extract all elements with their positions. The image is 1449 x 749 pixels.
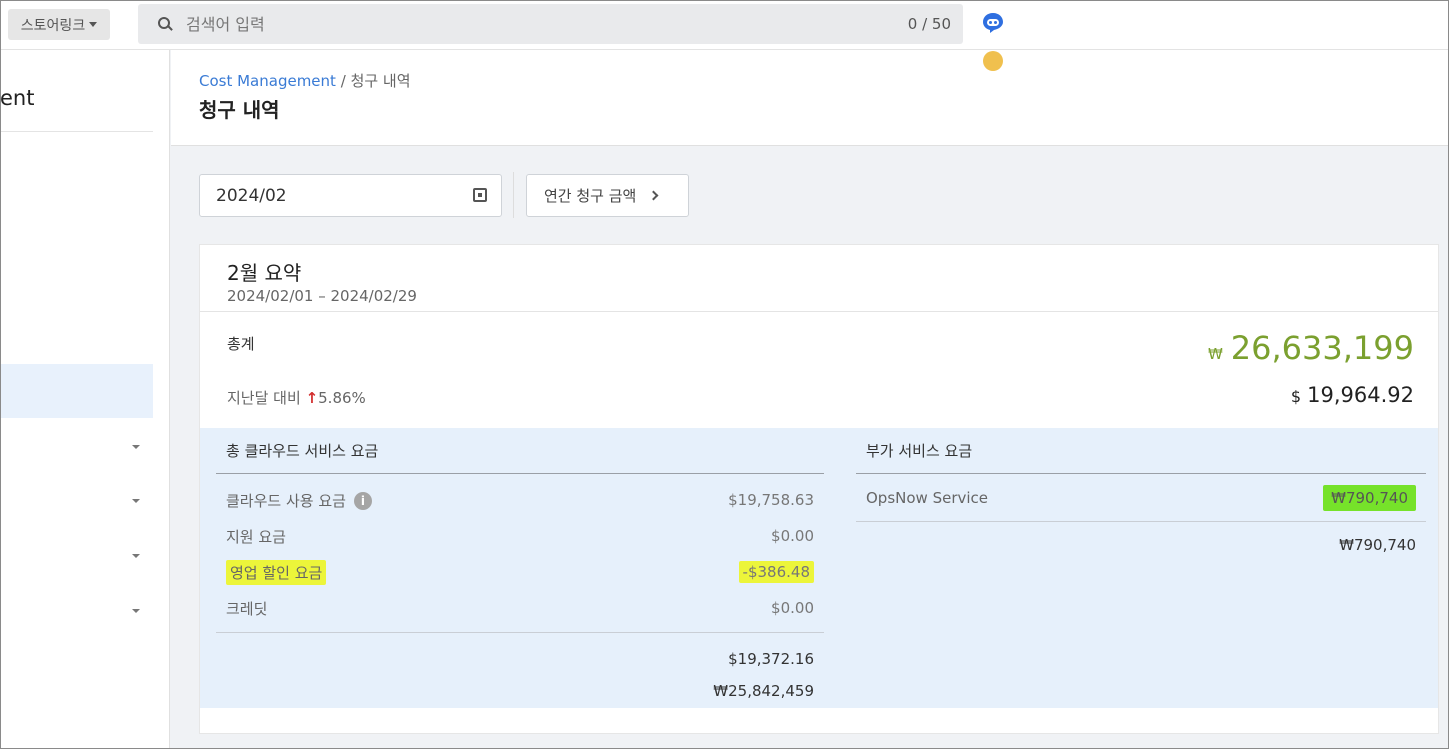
breadcrumb-link-cost-management[interactable]: Cost Management (199, 72, 336, 90)
month-over-month: 지난달 대비 ↑5.86% (227, 387, 366, 408)
breadcrumb-separator: / (340, 72, 346, 90)
cloud-subtotal-krw: ₩25,842,459 (713, 682, 814, 700)
cloud-subtotals: $19,372.16 ₩25,842,459 (216, 633, 824, 707)
credit-value: $0.00 (771, 599, 814, 617)
addon-fees-header: 부가 서비스 요금 (856, 428, 1426, 474)
top-bar: 스토어링크 0 / 50 (0, 0, 1449, 50)
search-bar[interactable]: 0 / 50 (138, 4, 963, 44)
chevron-down-icon[interactable] (132, 445, 140, 449)
sales-discount-value: -$386.48 (738, 561, 814, 583)
page-title: 청구 내역 (199, 98, 280, 122)
cloud-fee-row: 지원 요금 $0.00 (216, 518, 824, 554)
cost-breakdown: 총 클라우드 서비스 요금 클라우드 사용 요금 i $19,758.63 지원 … (200, 428, 1438, 708)
controls-divider (513, 172, 514, 218)
krw-symbol: ₩ (1207, 345, 1223, 363)
mom-label: 지난달 대비 (227, 389, 301, 407)
chevron-down-icon[interactable] (132, 499, 140, 503)
search-input[interactable] (186, 14, 866, 34)
mom-value: 5.86% (318, 389, 366, 407)
sidebar-item-active[interactable] (0, 364, 153, 418)
cloud-fee-row: 크레딧 $0.00 (216, 590, 824, 626)
total-usd: $19,964.92 (1291, 383, 1414, 407)
chevron-down-icon[interactable] (132, 554, 140, 558)
total-krw-amount: 26,633,199 (1230, 329, 1414, 367)
cloud-fee-row: 클라우드 사용 요금 i $19,758.63 (216, 482, 824, 518)
cloud-fees-header: 총 클라우드 서비스 요금 (216, 428, 824, 474)
cloud-usage-label: 클라우드 사용 요금 (226, 491, 346, 510)
total-label: 총계 (227, 335, 255, 353)
up-arrow-icon: ↑ (305, 389, 319, 407)
chevron-down-icon[interactable] (132, 609, 140, 613)
summary-divider (200, 311, 1438, 312)
month-picker[interactable]: 2024/02 (199, 174, 502, 217)
total-usd-amount: 19,964.92 (1307, 383, 1414, 407)
cloud-service-fees: 총 클라우드 서비스 요금 클라우드 사용 요금 i $19,758.63 지원 … (216, 428, 824, 707)
search-icon (158, 17, 172, 31)
addon-service-fees: 부가 서비스 요금 OpsNow Service ₩790,740 ₩790,7… (856, 428, 1426, 554)
summary-period: 2024/02/01 – 2024/02/29 (227, 287, 417, 305)
credit-label: 크레딧 (226, 599, 268, 618)
breadcrumb-current: 청구 내역 (350, 72, 411, 90)
info-icon[interactable]: i (353, 492, 372, 510)
sidebar-title: ent (0, 86, 35, 110)
page-header: Cost Management / 청구 내역 청구 내역 (171, 50, 1449, 146)
chatbot-icon[interactable] (981, 11, 1005, 35)
total-krw: ₩ 26,633,199 (1208, 329, 1414, 367)
addon-subtotal-krw: ₩790,740 (1339, 536, 1416, 554)
opsnow-service-value: ₩790,740 (1323, 484, 1416, 511)
chevron-right-icon (648, 190, 659, 201)
support-fee-label: 지원 요금 (226, 527, 286, 546)
support-fee-value: $0.00 (771, 527, 814, 545)
cloud-usage-value: $19,758.63 (728, 491, 814, 509)
cloud-fee-row: 영업 할인 요금 -$386.48 (216, 554, 824, 590)
summary-title: 2월 요약 (227, 261, 302, 285)
workspace-label: 스토어링크 (20, 17, 86, 34)
usd-symbol: $ (1290, 387, 1302, 406)
opsnow-service-label: OpsNow Service (866, 488, 989, 507)
addon-fee-row: OpsNow Service ₩790,740 (856, 474, 1426, 522)
cloud-subtotal-usd: $19,372.16 (728, 650, 814, 668)
caret-down-icon (89, 22, 98, 27)
status-indicator-dot (983, 51, 1003, 71)
calendar-icon[interactable] (473, 188, 487, 202)
sales-discount-label: 영업 할인 요금 (226, 559, 327, 585)
workspace-selector[interactable]: 스토어링크 (8, 9, 110, 40)
month-picker-value: 2024/02 (216, 185, 287, 206)
sidebar: ent (0, 50, 170, 749)
annual-billing-button[interactable]: 연간 청구 금액 (526, 174, 689, 217)
monthly-summary-card: 2월 요약 2024/02/01 – 2024/02/29 총계 ₩ 26,63… (199, 244, 1439, 734)
annual-billing-label: 연간 청구 금액 (544, 187, 637, 205)
sidebar-divider (0, 131, 153, 132)
breadcrumb: Cost Management / 청구 내역 (199, 70, 411, 91)
search-char-counter: 0 / 50 (907, 15, 951, 33)
